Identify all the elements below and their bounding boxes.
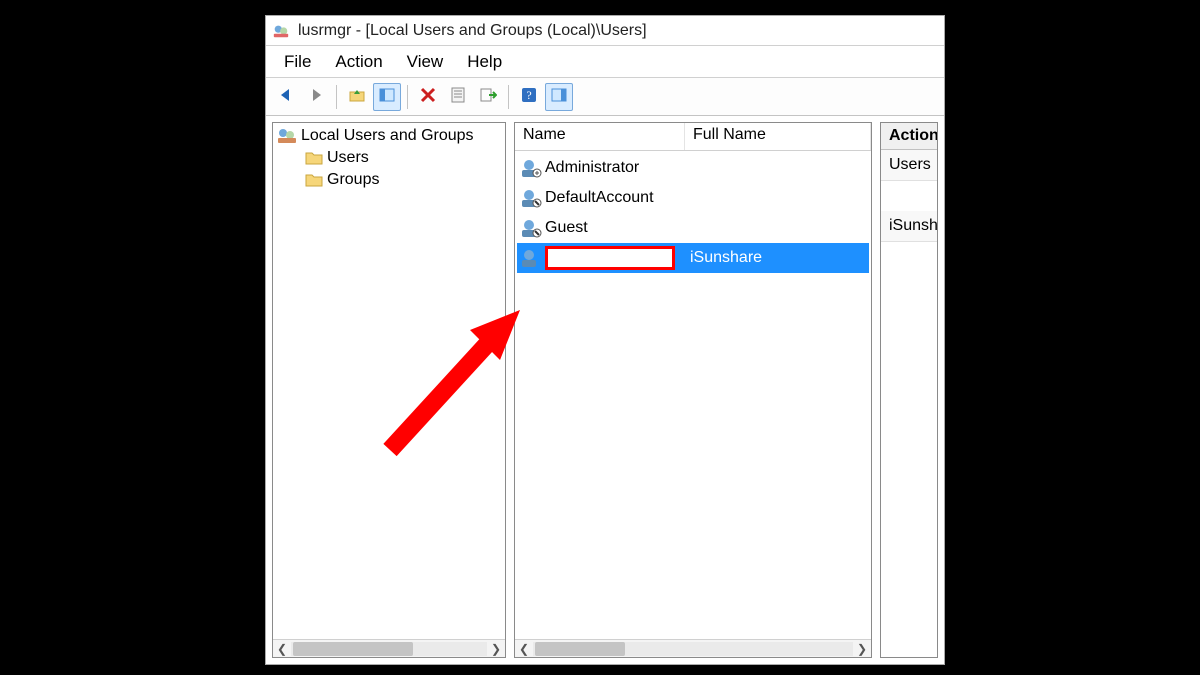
action-pane-icon	[550, 86, 568, 108]
column-headers: Name Full Name	[515, 123, 871, 151]
lusrmgr-window: lusrmgr - [Local Users and Groups (Local…	[265, 15, 945, 665]
menu-action[interactable]: Action	[323, 48, 394, 76]
tree-content: Local Users and Groups Users Groups	[273, 123, 505, 639]
delete-button[interactable]	[414, 83, 442, 111]
folder-up-icon	[348, 86, 366, 108]
user-list-pane: Name Full Name Administrator DefaultAcco…	[514, 122, 872, 658]
forward-button[interactable]	[302, 83, 330, 111]
list-item[interactable]: Administrator	[517, 153, 869, 183]
export-icon	[479, 86, 497, 108]
menu-view[interactable]: View	[395, 48, 456, 76]
folder-icon	[305, 151, 323, 165]
tree-users-label: Users	[327, 149, 369, 167]
cell-fullname: iSunshare	[690, 249, 762, 267]
back-button[interactable]	[272, 83, 300, 111]
tree-item-users[interactable]: Users	[303, 147, 503, 169]
window-title: lusrmgr - [Local Users and Groups (Local…	[298, 22, 647, 40]
toolbar: ?	[266, 78, 944, 116]
rename-edit-box[interactable]	[545, 246, 675, 270]
tree-pane: Local Users and Groups Users Groups	[272, 122, 506, 658]
list-item[interactable]: Guest	[517, 213, 869, 243]
list-hscroll[interactable]: ❮ ❯	[515, 639, 871, 657]
cell-name: Guest	[545, 219, 588, 237]
user-disabled-icon	[520, 188, 542, 208]
list-rows: Administrator DefaultAccount Guest iSuns…	[515, 151, 871, 639]
menu-file[interactable]: File	[272, 48, 323, 76]
tree-groups-label: Groups	[327, 171, 379, 189]
actions-pane: Actions Users iSunshare	[880, 122, 938, 658]
chevron-left-icon[interactable]: ❮	[515, 640, 533, 658]
list-item[interactable]: DefaultAccount	[517, 183, 869, 213]
actions-item-selected[interactable]: iSunshare	[881, 211, 937, 242]
export-list-button[interactable]	[474, 83, 502, 111]
scrollbar-thumb[interactable]	[293, 642, 413, 656]
tree-root-item[interactable]: Local Users and Groups	[275, 125, 503, 147]
show-hide-action-pane-button[interactable]	[545, 83, 573, 111]
users-groups-icon	[277, 127, 297, 145]
properties-button[interactable]	[444, 83, 472, 111]
properties-icon	[449, 86, 467, 108]
svg-text:?: ?	[526, 88, 531, 102]
tree-root-label: Local Users and Groups	[301, 127, 474, 145]
menu-help[interactable]: Help	[455, 48, 514, 76]
folder-icon	[305, 173, 323, 187]
chevron-right-icon[interactable]: ❯	[487, 640, 505, 658]
panel-icon	[378, 86, 396, 108]
column-name[interactable]: Name	[515, 123, 685, 150]
actions-item-users[interactable]: Users	[881, 150, 937, 181]
chevron-left-icon[interactable]: ❮	[273, 640, 291, 658]
user-icon	[520, 158, 542, 178]
cell-name: DefaultAccount	[545, 189, 654, 207]
scrollbar-thumb[interactable]	[535, 642, 625, 656]
help-button[interactable]: ?	[515, 83, 543, 111]
user-icon	[520, 248, 542, 268]
column-fullname[interactable]: Full Name	[685, 123, 871, 150]
back-arrow-icon	[277, 86, 295, 108]
cell-name: Administrator	[545, 159, 639, 177]
toolbar-separator	[508, 85, 509, 109]
toolbar-separator	[407, 85, 408, 109]
toolbar-separator	[336, 85, 337, 109]
chevron-right-icon[interactable]: ❯	[853, 640, 871, 658]
titlebar: lusrmgr - [Local Users and Groups (Local…	[266, 16, 944, 46]
body-panes: Local Users and Groups Users Groups	[266, 116, 944, 664]
actions-header: Actions	[881, 123, 937, 150]
user-disabled-icon	[520, 218, 542, 238]
menubar: File Action View Help	[266, 46, 944, 78]
forward-arrow-icon	[307, 86, 325, 108]
list-item-selected[interactable]: iSunshare	[517, 243, 869, 273]
help-icon: ?	[520, 86, 538, 108]
tree-item-groups[interactable]: Groups	[303, 169, 503, 191]
delete-x-icon	[419, 86, 437, 108]
up-level-button[interactable]	[343, 83, 371, 111]
app-icon	[272, 22, 290, 40]
show-hide-tree-button[interactable]	[373, 83, 401, 111]
tree-hscroll[interactable]: ❮ ❯	[273, 639, 505, 657]
